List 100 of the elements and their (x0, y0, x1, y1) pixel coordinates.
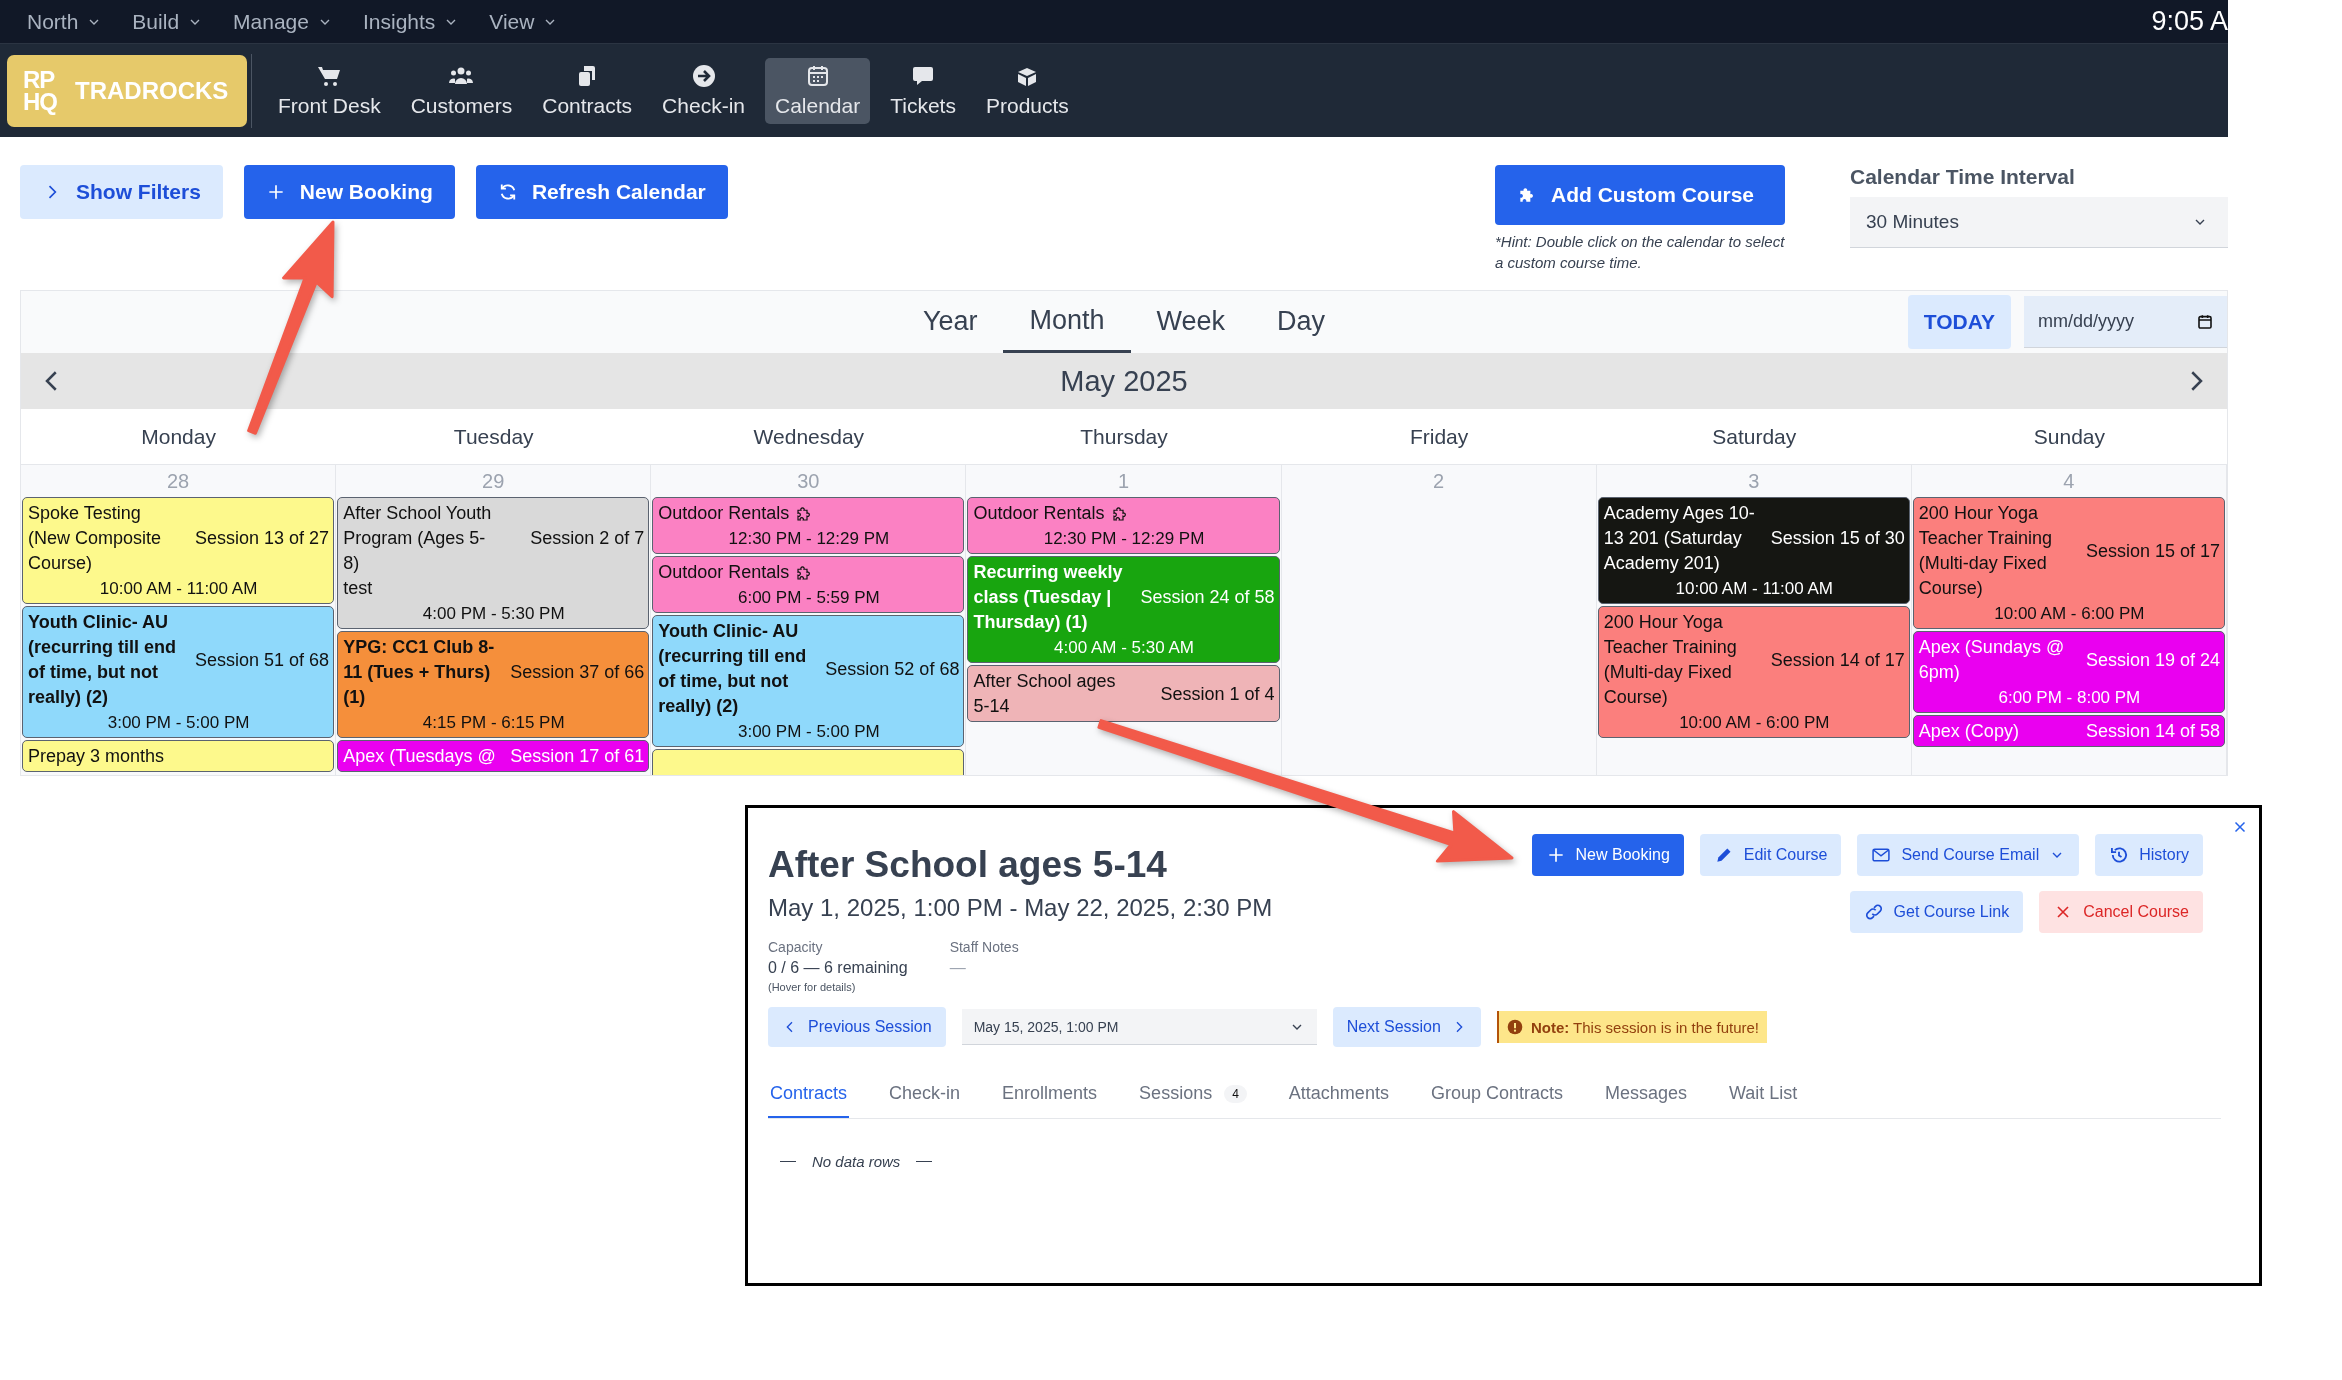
date-field[interactable]: mm/dd/yyyy (2024, 296, 2227, 348)
tab[interactable]: Contracts (768, 1071, 850, 1118)
event-time: 6:00 PM - 8:00 PM (1997, 687, 2142, 709)
calendar-icon (2197, 314, 2213, 330)
calendar-event[interactable]: Outdoor Rentals 12:30 PM - 12:29 PM (652, 497, 965, 554)
session-count: Session 24 of 58 (1140, 586, 1275, 609)
previous-session-button[interactable]: Previous Session (768, 1007, 946, 1047)
calendar-event[interactable]: Prepay 3 months (22, 740, 335, 772)
nav-item[interactable]: Check-in (652, 57, 755, 124)
action-button[interactable]: History (2095, 834, 2203, 876)
menu-item[interactable]: North (27, 9, 103, 34)
session-select[interactable]: May 15, 2025, 1:00 PM (961, 1009, 1317, 1045)
calendar-event[interactable]: Youth Clinic- AU (recurring till end of time, but not really) (2) Session 51 of 68 3:00 PM - 5:00 PM (22, 606, 335, 738)
empty-message: No data rows (812, 1153, 901, 1170)
event-title: Spoke Testing (New Composite Course) (28, 502, 163, 575)
hint-text: (Hover for details) (768, 981, 857, 993)
action-button[interactable]: Edit Course (1699, 834, 1842, 876)
event-note: test (343, 577, 374, 600)
calendar-event[interactable]: Youth Clinic- AU (recurring till end of time, but not really) (2) Session 52 of 68 3:00 PM - 5:00 PM (652, 615, 965, 747)
nav-item[interactable]: Contracts (532, 57, 643, 124)
tab[interactable]: Group Contracts (1428, 1071, 1565, 1118)
tab[interactable]: Messages (1602, 1071, 1689, 1118)
nav-item[interactable]: Customers (400, 57, 523, 124)
day-number: 1 (1116, 469, 1131, 494)
event-title: Apex (Tuesdays @ (343, 745, 497, 768)
session-count: Session 15 of 30 (1770, 527, 1905, 550)
date-range: May 1, 2025, 1:00 PM - May 22, 2025, 2:30 PM (768, 894, 1273, 922)
menu-item[interactable]: Insights (362, 9, 460, 34)
new-booking-button[interactable]: New Booking (243, 165, 455, 219)
calendar-event[interactable]: YPG: CC1 Club 8-11 (Tues + Thurs) (1) Session 37 of 66 4:15 PM - 6:15 PM (337, 631, 650, 738)
hint-text: *Hint: Double click on the calendar to select a custom course time. (1495, 232, 1785, 273)
dialog-title: After School ages 5-14 (768, 844, 1168, 886)
weekday-label: Tuesday (452, 423, 535, 450)
action-button[interactable]: Cancel Course (2039, 891, 2203, 933)
menu-item[interactable]: Build (132, 9, 204, 34)
calendar-event[interactable]: 200 Hour Yoga Teacher Training (Multi-day Fixed Course) Session 14 of 17 10:00 AM - 6:00 PM (1597, 606, 1910, 738)
arrow-circle-icon (691, 63, 716, 88)
count-badge: 4 (1224, 1084, 1247, 1103)
action-button[interactable]: New Booking (1531, 834, 1684, 876)
today-button[interactable]: TODAY (1907, 295, 2011, 349)
weekday-label: Wednesday (752, 423, 866, 450)
calendar-event[interactable]: After School Youth Program (Ages 5-8) Session 2 of 7 test 4:00 PM - 5:30 PM (337, 497, 650, 629)
puzzle-icon (1110, 504, 1129, 523)
calendar-event[interactable]: Apex (Sundays @ 6pm) Session 19 of 24 6:00 PM - 8:00 PM (1912, 631, 2225, 713)
view-tab[interactable]: Day (1251, 291, 1352, 353)
event-time: 3:00 PM - 5:00 PM (106, 712, 251, 734)
calendar-icon (805, 63, 830, 88)
menu-item[interactable]: View (489, 9, 559, 34)
view-tab[interactable]: Week (1130, 291, 1252, 353)
history-icon (2109, 845, 2130, 865)
nav-item[interactable]: Products (975, 57, 1079, 124)
calendar-event[interactable]: Academy Ages 10-13 201 (Saturday Academy 201) Session 15 of 30 10:00 AM - 11:00 AM (1597, 497, 1910, 604)
event-title: Outdoor Rentals (973, 502, 1105, 525)
brand-name: TRADROCKS (75, 76, 229, 105)
field-label: Calendar Time Interval (1850, 165, 2076, 189)
event-title: Recurring weekly class (Tuesday | Thursday) (1) (973, 561, 1124, 634)
tab[interactable]: Sessions 4 (1137, 1071, 1249, 1118)
menu-item[interactable]: Manage (233, 9, 333, 34)
refresh-button[interactable]: Refresh Calendar (475, 165, 728, 219)
calendar-event[interactable]: 200 Hour Yoga Teacher Training (Multi-day Fixed Course) Session 15 of 17 10:00 AM - 6:00 PM (1912, 497, 2225, 629)
nav-item[interactable]: Calendar (765, 57, 871, 124)
day-number: 29 (481, 469, 506, 494)
event-time: 12:30 PM - 12:29 PM (727, 528, 891, 550)
month-title: May 2025 (1060, 364, 1188, 398)
event-title: Academy Ages 10-13 201 (Saturday Academy 201) (1603, 502, 1756, 575)
tab[interactable]: Attachments (1286, 1071, 1391, 1118)
tab[interactable]: Check-in (887, 1071, 963, 1118)
interval-select[interactable]: 30 Minutes (1850, 197, 2228, 248)
calendar-event[interactable]: Apex (Copy) Session 14 of 58 (1912, 715, 2225, 747)
event-time: 10:00 AM - 11:00 AM (1674, 578, 1834, 600)
event-time: 10:00 AM - 6:00 PM (1678, 712, 1831, 734)
session-count: Session 14 of 17 (1770, 648, 1905, 672)
action-button[interactable]: Send Course Email (1857, 834, 2080, 876)
weekday-label: Friday (1408, 423, 1470, 450)
tab[interactable]: Enrollments (1000, 1071, 1100, 1118)
calendar-event[interactable]: Spoke Testing (New Composite Course) Session 13 of 27 10:00 AM - 11:00 AM (22, 497, 335, 604)
event-title: Outdoor Rentals (658, 561, 790, 584)
event-title: Apex (Copy) (1918, 720, 2020, 743)
show-filters-button[interactable]: Show Filters (20, 165, 223, 219)
nav-item[interactable]: Front Desk (268, 57, 391, 124)
weekday-label: Sunday (2032, 423, 2107, 450)
weekday-label: Thursday (1079, 423, 1169, 450)
field-label: Capacity (768, 939, 824, 955)
warning-icon (1506, 1019, 1523, 1035)
event-time: 10:00 AM - 11:00 AM (98, 578, 259, 600)
view-tab[interactable]: Year (896, 291, 1004, 353)
session-count: Session 1 of 4 (1160, 682, 1275, 706)
event-title: 200 Hour Yoga Teacher Training (Multi-day Fixed Course) (1603, 611, 1738, 709)
calendar-event[interactable]: Outdoor Rentals 12:30 PM - 12:29 PM (967, 497, 1280, 554)
action-button[interactable]: Get Course Link (1849, 891, 2024, 933)
next-session-button[interactable]: Next Session (1332, 1007, 1481, 1047)
add-custom-course-button[interactable]: Add Custom Course (1495, 165, 1785, 225)
calendar-event[interactable]: Apex (Tuesdays @ Session 17 of 61 (337, 740, 650, 772)
envelope-icon (1871, 845, 1892, 865)
calendar-event[interactable]: Outdoor Rentals 6:00 PM - 5:59 PM (652, 556, 965, 613)
nav-item[interactable]: Tickets (880, 57, 966, 124)
event-time: 3:00 PM - 5:00 PM (737, 721, 881, 743)
logo-mark: RP HQ (23, 68, 57, 113)
calendar-event[interactable]: After School ages 5-14 Session 1 of 4 (967, 665, 1280, 722)
tab[interactable]: Wait List (1727, 1071, 1800, 1118)
